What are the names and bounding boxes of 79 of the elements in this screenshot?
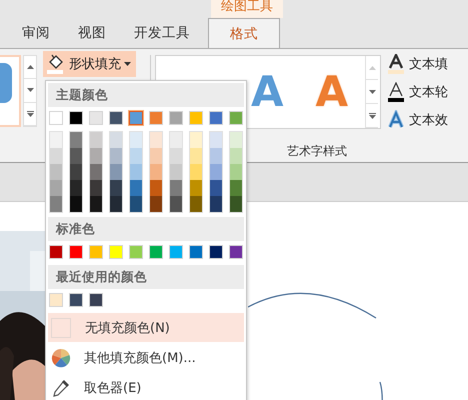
color-wheel-icon [51,348,71,368]
paint-bucket-icon [46,54,66,74]
color-swatch[interactable] [150,148,162,164]
color-swatch[interactable] [150,132,162,148]
color-swatch[interactable] [150,180,162,196]
color-swatch[interactable] [129,111,143,125]
color-swatch[interactable] [150,196,162,212]
text-effects-icon [387,110,405,130]
color-swatch[interactable] [110,196,122,212]
color-swatch[interactable] [90,148,102,164]
color-swatch[interactable] [190,148,202,164]
color-swatch[interactable] [110,180,122,196]
color-swatch[interactable] [130,164,142,180]
up-arrow-icon [26,65,34,70]
color-swatch[interactable] [210,148,222,164]
empty-swatch-icon [51,318,71,338]
color-swatch[interactable] [90,180,102,196]
caret-icon [124,62,131,66]
color-swatch[interactable] [50,180,62,196]
ribbon-tab[interactable]: 格式 [208,18,280,48]
color-swatch[interactable] [230,148,242,164]
text-outline-icon [387,82,405,102]
shape-fill-button[interactable]: 形状填充 [43,51,136,77]
expand-arrow-icon [26,110,34,117]
ribbon-tab[interactable]: 视图 [64,18,120,48]
color-swatch[interactable] [190,180,202,196]
expand-arrow-icon [368,112,376,118]
section-header: 最近使用的颜色 [48,265,244,289]
color-swatch[interactable] [210,180,222,196]
color-swatch[interactable] [130,196,142,212]
color-swatch[interactable] [190,164,202,180]
eyedropper-icon [51,378,71,398]
color-swatch[interactable] [70,180,82,196]
group-label: 艺术字样式 [286,143,348,160]
color-swatch[interactable] [170,196,182,212]
color-swatch[interactable] [130,132,142,148]
color-swatch[interactable] [70,148,82,164]
text-command[interactable]: 文本效 [387,109,448,131]
color-swatch[interactable] [230,180,242,196]
color-swatch[interactable] [170,148,182,164]
color-swatch[interactable] [50,148,62,164]
text-command[interactable]: 文本轮 [387,81,448,103]
color-swatch[interactable] [110,148,122,164]
ribbon-tab[interactable]: 开发工具 [120,18,204,48]
color-swatch[interactable] [170,164,182,180]
shape-style-preview[interactable] [0,55,21,127]
color-swatch[interactable] [90,196,102,212]
ribbon-tab[interactable]: 审阅 [8,18,64,48]
color-swatch[interactable] [190,132,202,148]
color-swatch[interactable] [210,196,222,212]
down-arrow-icon [368,90,376,94]
color-swatch[interactable] [90,164,102,180]
color-swatch[interactable] [210,132,222,148]
color-swatch[interactable] [70,196,82,212]
color-swatch[interactable] [170,180,182,196]
color-swatch[interactable] [70,164,82,180]
color-swatch[interactable] [70,132,82,148]
color-swatch[interactable] [110,164,122,180]
color-swatch[interactable] [230,132,242,148]
color-swatch[interactable] [190,196,202,212]
color-swatch[interactable] [230,196,242,212]
color-swatch[interactable] [130,148,142,164]
color-swatch[interactable] [230,164,242,180]
color-swatch[interactable] [130,180,142,196]
color-swatch[interactable] [50,132,62,148]
color-swatch[interactable] [50,164,62,180]
text-command[interactable]: 文本填 [387,53,448,75]
up-arrow-icon [368,66,376,70]
section-header: 标准色 [48,217,244,241]
text-fill-icon [387,54,405,74]
menu-item[interactable]: 无填充颜色(N) [48,313,244,342]
down-arrow-icon [26,88,34,92]
color-swatch[interactable] [50,196,62,212]
color-swatch[interactable] [150,164,162,180]
color-swatch[interactable] [90,132,102,148]
section-header: 主题颜色 [48,83,244,107]
color-swatch[interactable] [210,164,222,180]
color-swatch[interactable] [110,132,122,148]
color-swatch[interactable] [170,132,182,148]
